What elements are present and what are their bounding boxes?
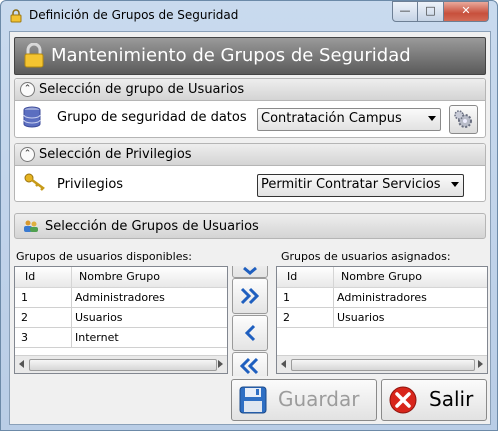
close-button[interactable]: ✕ <box>443 1 489 22</box>
section-title: Selección de Grupos de Usuarios <box>45 219 259 234</box>
scroll-right-icon[interactable] <box>218 360 223 368</box>
page-title: Mantenimiento de Grupos de Seguridad <box>51 45 411 66</box>
move-buttons <box>232 266 268 376</box>
table-row[interactable]: 1 Administradores <box>15 288 227 308</box>
title-bar[interactable]: Definición de Grupos de Seguridad — □ ✕ <box>1 1 497 31</box>
section-title: Selección de Privilegios <box>39 147 192 162</box>
cell-name: Administradores <box>337 291 427 304</box>
double-chevron-left-icon <box>239 357 259 375</box>
users-icon <box>24 220 38 232</box>
assigned-groups-label: Grupos de usuarios asignados: <box>281 250 451 263</box>
main-window: Definición de Grupos de Seguridad — □ ✕ … <box>0 0 498 431</box>
section-user-group-header[interactable]: ⌃ Selección de grupo de Usuarios <box>15 79 485 101</box>
grid-header: Id Nombre Grupo <box>277 267 487 288</box>
cell-name: Internet <box>75 331 119 344</box>
save-button[interactable]: Guardar <box>231 379 377 421</box>
page-header: Mantenimiento de Grupos de Seguridad <box>14 37 486 75</box>
lock-icon <box>24 43 44 68</box>
cell-id: 2 <box>283 311 290 324</box>
lock-icon <box>10 9 22 23</box>
chevron-up-icon[interactable]: ⌃ <box>20 147 35 162</box>
move-down-button[interactable] <box>232 266 268 278</box>
cell-name: Usuarios <box>75 311 123 324</box>
column-header-name[interactable]: Nombre Grupo <box>341 270 422 283</box>
section-privileges-header[interactable]: ⌃ Selección de Privilegios <box>15 144 485 166</box>
horizontal-scrollbar[interactable] <box>277 355 487 373</box>
section-title: Selección de grupo de Usuarios <box>39 82 245 97</box>
table-row[interactable]: 2 Usuarios <box>15 308 227 328</box>
cell-id: 1 <box>283 291 290 304</box>
table-row[interactable]: 3 Internet <box>15 328 227 348</box>
remove-button[interactable] <box>232 315 268 351</box>
scroll-thumb[interactable] <box>29 359 217 371</box>
maximize-button[interactable]: □ <box>417 1 444 22</box>
manage-groups-button[interactable] <box>449 105 478 134</box>
scroll-right-icon[interactable] <box>478 360 483 368</box>
gears-icon <box>454 110 472 128</box>
remove-all-button[interactable] <box>232 352 268 376</box>
scroll-left-icon[interactable] <box>19 360 24 368</box>
scroll-left-icon[interactable] <box>281 360 286 368</box>
table-row[interactable]: 1 Administradores <box>277 288 487 308</box>
data-security-group-dropdown[interactable]: Contratación Campus <box>257 108 441 131</box>
column-header-id[interactable]: Id <box>287 270 297 283</box>
column-header-name[interactable]: Nombre Grupo <box>79 270 160 283</box>
table-row[interactable]: 2 Usuarios <box>277 308 487 328</box>
column-header-id[interactable]: Id <box>25 270 35 283</box>
dropdown-value: Contratación Campus <box>261 111 402 126</box>
minimize-button[interactable]: — <box>392 1 418 22</box>
data-security-group-label: Grupo de seguridad de datos <box>57 110 247 125</box>
grid-header: Id Nombre Grupo <box>15 267 227 288</box>
window-title: Definición de Grupos de Seguridad <box>29 8 239 22</box>
assigned-groups-grid[interactable]: Id Nombre Grupo 1 Administradores 2 Usua… <box>276 266 488 374</box>
section-privileges: ⌃ Selección de Privilegios Privilegios P… <box>14 143 486 202</box>
close-circle-icon <box>389 386 417 414</box>
chevron-down-icon <box>428 116 436 121</box>
cell-name: Usuarios <box>337 311 385 324</box>
keys-icon <box>24 173 45 191</box>
privileges-dropdown[interactable]: Permitir Contratar Servicios <box>257 174 464 197</box>
client-area: Mantenimiento de Grupos de Seguridad ⌃ S… <box>9 31 491 425</box>
horizontal-scrollbar[interactable] <box>15 355 227 373</box>
add-all-button[interactable] <box>232 278 268 314</box>
cell-id: 2 <box>21 311 28 324</box>
floppy-disk-icon <box>239 386 267 414</box>
available-groups-grid[interactable]: Id Nombre Grupo 1 Administradores 2 Usua… <box>14 266 228 374</box>
section-user-group: ⌃ Selección de grupo de Usuarios Grupo d… <box>14 78 486 138</box>
exit-button-label: Salir <box>429 387 474 411</box>
chevron-down-icon <box>243 267 257 275</box>
available-groups-label: Grupos de usuarios disponibles: <box>16 250 192 263</box>
privileges-label: Privilegios <box>57 177 124 192</box>
save-button-label: Guardar <box>278 387 360 411</box>
section-groups-header: Selección de Grupos de Usuarios <box>14 213 486 239</box>
chevron-up-icon[interactable]: ⌃ <box>20 82 35 97</box>
exit-button[interactable]: Salir <box>381 379 487 421</box>
scroll-thumb[interactable] <box>291 359 475 371</box>
dropdown-value: Permitir Contratar Servicios <box>261 177 441 192</box>
cell-name: Administradores <box>75 291 165 304</box>
chevron-down-icon <box>451 182 459 187</box>
cell-id: 3 <box>21 331 28 344</box>
double-chevron-right-icon <box>240 287 260 305</box>
database-icon <box>23 106 41 128</box>
chevron-left-icon <box>244 324 256 342</box>
cell-id: 1 <box>21 291 28 304</box>
